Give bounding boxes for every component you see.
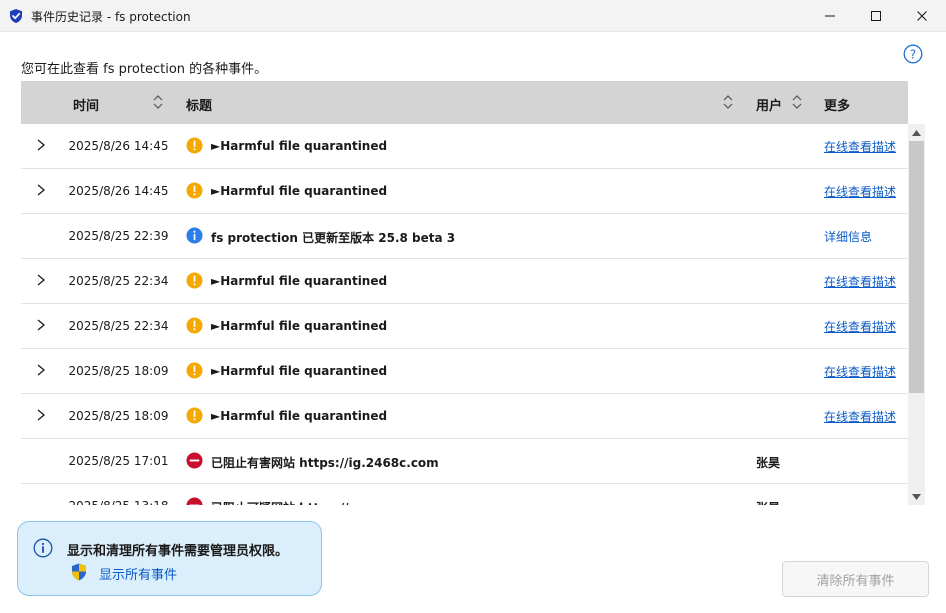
row-title: fs protection 已更新至版本 25.8 beta 3 — [211, 231, 456, 245]
blocked-icon — [186, 497, 203, 505]
scroll-up-arrow-icon — [912, 129, 921, 136]
scroll-up-button[interactable] — [908, 124, 925, 141]
uac-shield-icon — [72, 563, 86, 581]
maximize-button[interactable] — [853, 0, 899, 32]
row-title: ►Harmful file quarantined — [211, 319, 388, 333]
svg-text:?: ? — [910, 47, 916, 61]
table-row[interactable]: 2025/8/25 17:01 已阻止有害网站 https://ig.2468c.… — [21, 439, 908, 484]
admin-notice: 显示和清理所有事件需要管理员权限。 显示所有事件 — [17, 521, 322, 596]
close-button[interactable] — [899, 0, 945, 32]
warning-icon — [186, 137, 203, 154]
chevron-right-icon[interactable] — [35, 183, 47, 197]
blocked-icon — [186, 452, 203, 469]
table-row[interactable]: 2025/8/25 18:09 ►Harmful file quarantined… — [21, 394, 908, 439]
column-header-user[interactable]: 用户 — [756, 95, 782, 114]
view-description-online-link[interactable]: 在线查看描述 — [824, 138, 896, 155]
intro-text: 您可在此查看 fs protection 的各种事件。 — [21, 62, 268, 77]
view-description-online-link[interactable]: 在线查看描述 — [824, 318, 896, 335]
table-row[interactable]: 2025/8/25 13:18 已阻止可疑网站 https:// 张昊 — [21, 484, 908, 505]
table-row[interactable]: 2025/8/25 22:39 fs protection 已更新至版本 25.8… — [21, 214, 908, 259]
window-title: 事件历史记录 - fs protection — [31, 10, 191, 24]
clear-all-events-button[interactable]: 清除所有事件 — [782, 561, 929, 597]
warning-icon — [186, 182, 203, 199]
column-header-title[interactable]: 标题 — [186, 95, 212, 114]
show-all-events-link[interactable]: 显示所有事件 — [99, 564, 177, 583]
details-link[interactable]: 详细信息 — [824, 228, 872, 245]
row-time: 2025/8/25 18:09 — [68, 409, 169, 423]
row-time: 2025/8/26 14:45 — [68, 184, 169, 198]
row-time: 2025/8/25 17:01 — [68, 454, 169, 468]
close-icon — [917, 11, 927, 21]
sort-icon[interactable] — [722, 94, 734, 110]
warning-icon — [186, 272, 203, 289]
event-table: 2025/8/26 14:45 ►Harmful file quarantined… — [21, 124, 908, 505]
vertical-scrollbar[interactable] — [908, 124, 925, 505]
chevron-right-icon[interactable] — [35, 408, 47, 422]
row-title: ►Harmful file quarantined — [211, 139, 388, 153]
row-title: ►Harmful file quarantined — [211, 274, 388, 288]
warning-icon — [186, 362, 203, 379]
chevron-right-icon[interactable] — [35, 363, 47, 377]
row-title: ►Harmful file quarantined — [211, 184, 388, 198]
column-header-more: 更多 — [824, 99, 851, 114]
row-time: 2025/8/25 22:34 — [68, 319, 169, 333]
row-time: 2025/8/25 18:09 — [68, 364, 169, 378]
column-header-time[interactable]: 时间 — [73, 95, 99, 114]
chevron-right-icon[interactable] — [35, 138, 47, 152]
row-title: ►Harmful file quarantined — [211, 364, 388, 378]
table-row[interactable]: 2025/8/25 18:09 ►Harmful file quarantined… — [21, 349, 908, 394]
row-title: ►Harmful file quarantined — [211, 409, 388, 423]
info-icon — [33, 538, 53, 558]
maximize-icon — [871, 11, 881, 21]
row-title: 已阻止可疑网站 https:// — [211, 499, 349, 505]
app-shield-icon — [10, 9, 22, 23]
row-time: 2025/8/25 22:34 — [68, 274, 169, 288]
minimize-icon — [825, 15, 835, 17]
view-description-online-link[interactable]: 在线查看描述 — [824, 183, 896, 200]
chevron-right-icon[interactable] — [35, 318, 47, 332]
info-icon — [186, 227, 203, 244]
row-title: 已阻止有害网站 https://ig.2468c.com — [211, 456, 439, 470]
minimize-button[interactable] — [807, 0, 853, 32]
row-time: 2025/8/26 14:45 — [68, 139, 169, 153]
row-time: 2025/8/25 22:39 — [68, 229, 169, 243]
warning-icon — [186, 317, 203, 334]
table-row[interactable]: 2025/8/26 14:45 ►Harmful file quarantined… — [21, 169, 908, 214]
sort-icon[interactable] — [152, 94, 164, 110]
row-time: 2025/8/25 13:18 — [61, 499, 176, 505]
warning-icon — [186, 407, 203, 424]
view-description-online-link[interactable]: 在线查看描述 — [824, 363, 896, 380]
title-bar: 事件历史记录 - fs protection — [0, 0, 946, 32]
table-row[interactable]: 2025/8/25 22:34 ►Harmful file quarantined… — [21, 259, 908, 304]
chevron-right-icon[interactable] — [35, 273, 47, 287]
scrollbar-thumb[interactable] — [909, 141, 924, 393]
help-icon[interactable]: ? — [903, 44, 923, 64]
row-user: 张昊 — [756, 499, 780, 505]
table-row[interactable]: 2025/8/26 14:45 ►Harmful file quarantined… — [21, 124, 908, 169]
scroll-down-arrow-icon — [912, 493, 921, 500]
table-header: 时间 标题 用户 更多 — [21, 81, 908, 124]
table-row[interactable]: 2025/8/25 22:34 ►Harmful file quarantined… — [21, 304, 908, 349]
sort-icon[interactable] — [791, 94, 803, 110]
row-user: 张昊 — [756, 456, 781, 470]
scroll-down-button[interactable] — [908, 488, 925, 505]
view-description-online-link[interactable]: 在线查看描述 — [824, 408, 896, 425]
notice-text: 显示和清理所有事件需要管理员权限。 — [67, 544, 289, 559]
view-description-online-link[interactable]: 在线查看描述 — [824, 273, 896, 290]
